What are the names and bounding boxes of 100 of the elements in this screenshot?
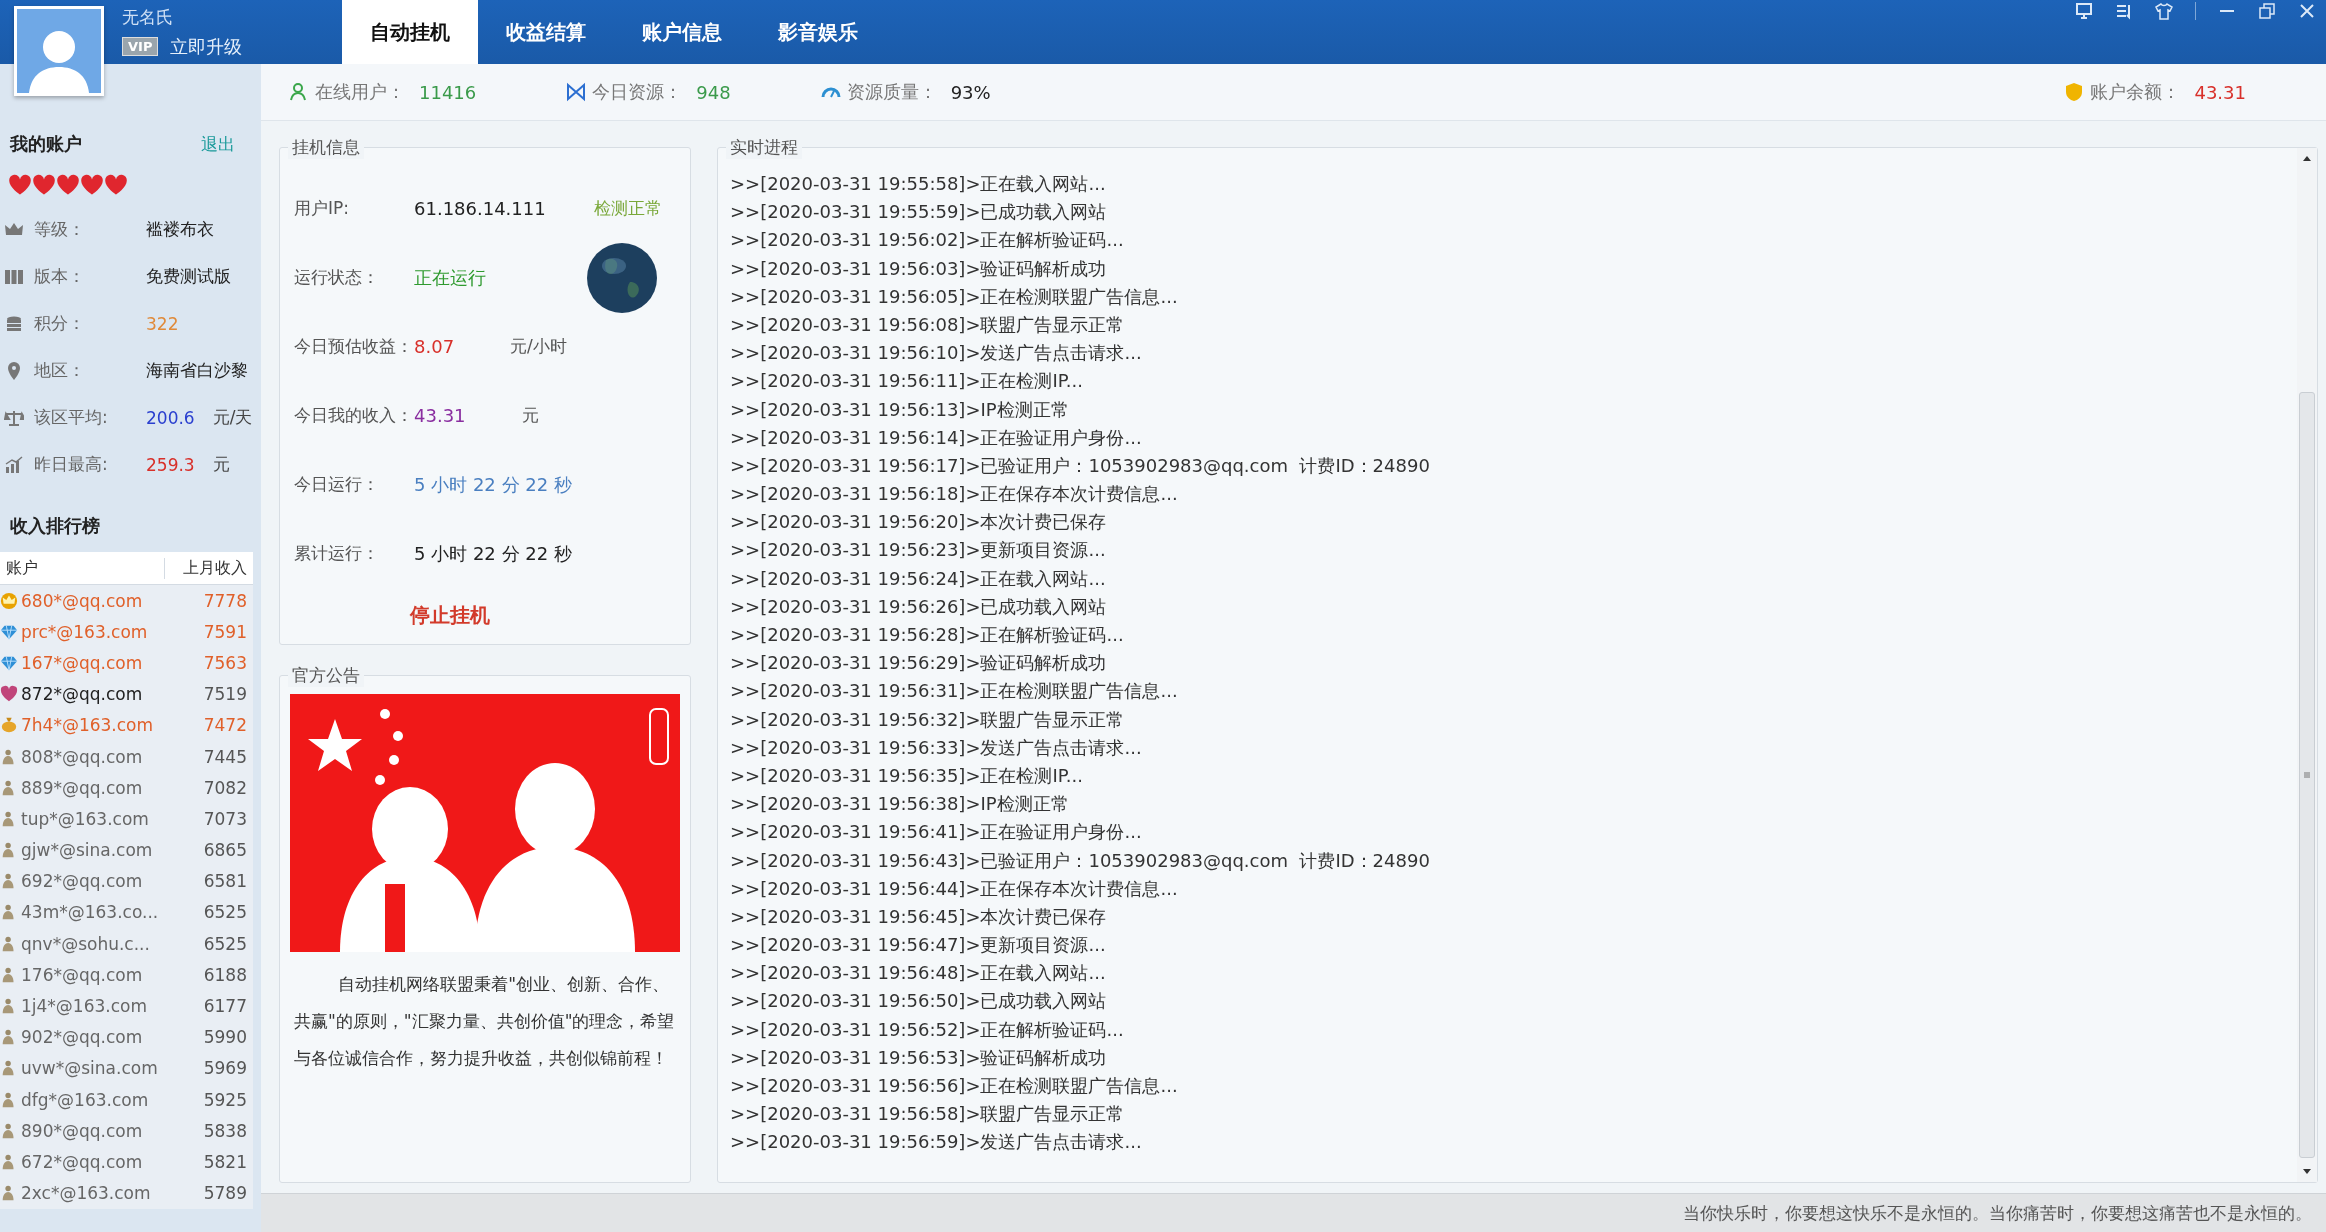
account-cell-text: prc*@163.com (21, 621, 149, 642)
income-cell-text: 6188 (203, 964, 248, 985)
log-line: >>[2020-03-31 19:56:28]>正在解析验证码... (730, 623, 1125, 647)
income-cell-text: 7563 (203, 652, 248, 673)
stop-button[interactable]: 停止挂机 (402, 598, 498, 633)
status-text: 当你快乐时，你要想这快乐不是永恒的。当你痛苦时，你要想这痛苦也不是永恒的。 (1683, 1201, 2312, 1225)
ranking-title: 收入排行榜 (9, 514, 101, 538)
nav-tab[interactable]: 账户信息 (614, 0, 750, 64)
log-line: >>[2020-03-31 19:56:18]>正在保存本次计费信息... (730, 482, 1179, 507)
income-cell-text: 7445 (203, 746, 248, 767)
field-value: 8.07 (414, 336, 455, 357)
income-cell-text: 6525 (203, 933, 248, 954)
restore-button[interactable] (2258, 2, 2276, 20)
account-cell-text: 167*@qq.com (21, 652, 144, 673)
account-cell-text: 43m*@163.co... (21, 902, 160, 923)
heart-icon (56, 174, 80, 196)
income-cell-text: 5789 (203, 1183, 248, 1204)
log-line: >>[2020-03-31 19:56:48]>正在载入网站... (730, 961, 1107, 986)
log-line: >>[2020-03-31 19:56:50]>已成功载入网站 (730, 989, 1108, 1014)
account-title: 我的账户 (10, 132, 82, 156)
field-unit: 元/小时 (510, 335, 567, 358)
log-line: >>[2020-03-31 19:56:26]>已成功载入网站 (730, 594, 1108, 619)
crown-icon (0, 591, 18, 610)
log-line: >>[2020-03-31 19:56:44]>正在保存本次计费信息... (730, 876, 1179, 901)
stat-value: 93% (950, 81, 991, 103)
status-text: 检测正常 (593, 197, 662, 220)
menu-button[interactable] (2115, 2, 2133, 20)
log-line: >>[2020-03-31 19:56:53]>验证码解析成功 (730, 1045, 1108, 1070)
log-line: >>[2020-03-31 19:56:23]>更新项目资源... (730, 538, 1107, 563)
income-cell-text: 7591 (203, 621, 248, 642)
nav-tab[interactable]: 收益结算 (478, 0, 614, 64)
account-cell-text: 889*@qq.com (21, 777, 144, 798)
log-line: >>[2020-03-31 19:56:05]>正在检测联盟广告信息... (730, 284, 1179, 309)
account-cell-text: 7h4*@163.com (21, 715, 155, 736)
field-label: 今日我的收入： (294, 404, 414, 427)
field-value: 61.186.14.111 (414, 198, 546, 219)
field-value: 正在运行 (414, 265, 486, 290)
log-line: >>[2020-03-31 19:56:31]>正在检测联盟广告信息... (730, 679, 1179, 704)
heart-icon (0, 685, 18, 704)
log-line: >>[2020-03-31 19:56:38]>IP检测正常 (730, 792, 1070, 817)
panel-title: 挂机信息 (288, 136, 364, 159)
info-label: 积分： (34, 312, 86, 335)
log-line: >>[2020-03-31 19:56:13]>IP检测正常 (730, 397, 1070, 422)
log-line: >>[2020-03-31 19:56:17]>已验证用户：1053902983@qq.com 计费ID：24890 (730, 453, 1431, 478)
monitor-button[interactable] (2075, 2, 2093, 20)
log-line: >>[2020-03-31 19:55:59]>已成功载入网站 (730, 200, 1108, 225)
income-cell-text: 5969 (203, 1058, 248, 1079)
shirt-button[interactable] (2155, 2, 2173, 20)
field-value: 5 小时 22 分 22 秒 (414, 472, 572, 497)
info-label: 等级： (34, 218, 86, 241)
account-cell-text: dfg*@163.com (21, 1089, 150, 1110)
close-button[interactable] (2298, 2, 2316, 20)
heart-icon (104, 174, 128, 196)
field-value: 43.31 (414, 405, 466, 426)
income-cell-text: 7778 (203, 590, 248, 611)
info-value: 褴褛布衣 (146, 218, 214, 241)
field-label: 累计运行： (294, 542, 380, 565)
upgrade-link[interactable]: 立即升级 (170, 34, 243, 59)
panel-title: 实时进程 (726, 136, 802, 159)
info-value: 259.3 (146, 454, 195, 475)
income-cell-text: 6865 (203, 840, 248, 861)
income-cell-text: 5990 (203, 1027, 248, 1048)
log-line: >>[2020-03-31 19:56:11]>正在检测IP... (730, 369, 1084, 394)
info-value: 海南省白沙黎 (146, 359, 248, 382)
log-line: >>[2020-03-31 19:56:35]>正在检测IP... (730, 763, 1084, 788)
income-cell-text: 5838 (203, 1120, 248, 1141)
field-unit: 元 (521, 404, 539, 427)
scroll-up-icon[interactable] (2302, 154, 2312, 162)
stat-value: 948 (696, 81, 731, 103)
account-cell-text: qnv*@sohu.c... (21, 933, 151, 954)
user-name: 无名氏 (122, 5, 174, 29)
nav-tab[interactable]: 自动挂机 (342, 0, 478, 64)
info-value: 322 (146, 313, 179, 334)
income-cell-text: 6581 (203, 871, 248, 892)
nav-tab[interactable]: 影音娱乐 (750, 0, 886, 64)
log-line: >>[2020-03-31 19:56:32]>联盟广告显示正常 (730, 707, 1126, 732)
log-line: >>[2020-03-31 19:56:10]>发送广告点击请求... (730, 341, 1143, 366)
info-label: 昨日最高: (34, 453, 109, 476)
account-cell-text: gjw*@sina.com (21, 840, 154, 861)
stat-label: 账户余额： (2090, 80, 2181, 104)
log-line: >>[2020-03-31 19:55:58]>正在载入网站... (730, 172, 1107, 196)
info-label: 版本： (34, 265, 86, 288)
log-line: >>[2020-03-31 19:56:41]>正在验证用户身份... (730, 820, 1143, 845)
log-line: >>[2020-03-31 19:56:24]>正在载入网站... (730, 566, 1107, 591)
account-cell-text: 902*@qq.com (21, 1027, 144, 1048)
log-line: >>[2020-03-31 19:56:43]>已验证用户：1053902983@qq.com 计费ID：24890 (730, 848, 1431, 873)
grip-icon (2303, 771, 2311, 779)
scrollbar[interactable] (2297, 148, 2317, 1182)
field-label: 运行状态： (294, 266, 380, 289)
scroll-thumb[interactable] (2299, 392, 2315, 1158)
income-cell-text: 6525 (203, 902, 248, 923)
account-cell-text: 808*@qq.com (21, 746, 144, 767)
scroll-down-icon[interactable] (2302, 1168, 2312, 1176)
log-line: >>[2020-03-31 19:56:59]>发送广告点击请求... (730, 1130, 1143, 1155)
stat-label: 今日资源： (592, 80, 683, 104)
globe-icon (586, 241, 658, 314)
money-bag-icon (0, 716, 18, 735)
log-line: >>[2020-03-31 19:56:52]>正在解析验证码... (730, 1017, 1125, 1042)
account-cell-text: 692*@qq.com (21, 871, 144, 892)
account-cell-text: 680*@qq.com (21, 590, 144, 611)
